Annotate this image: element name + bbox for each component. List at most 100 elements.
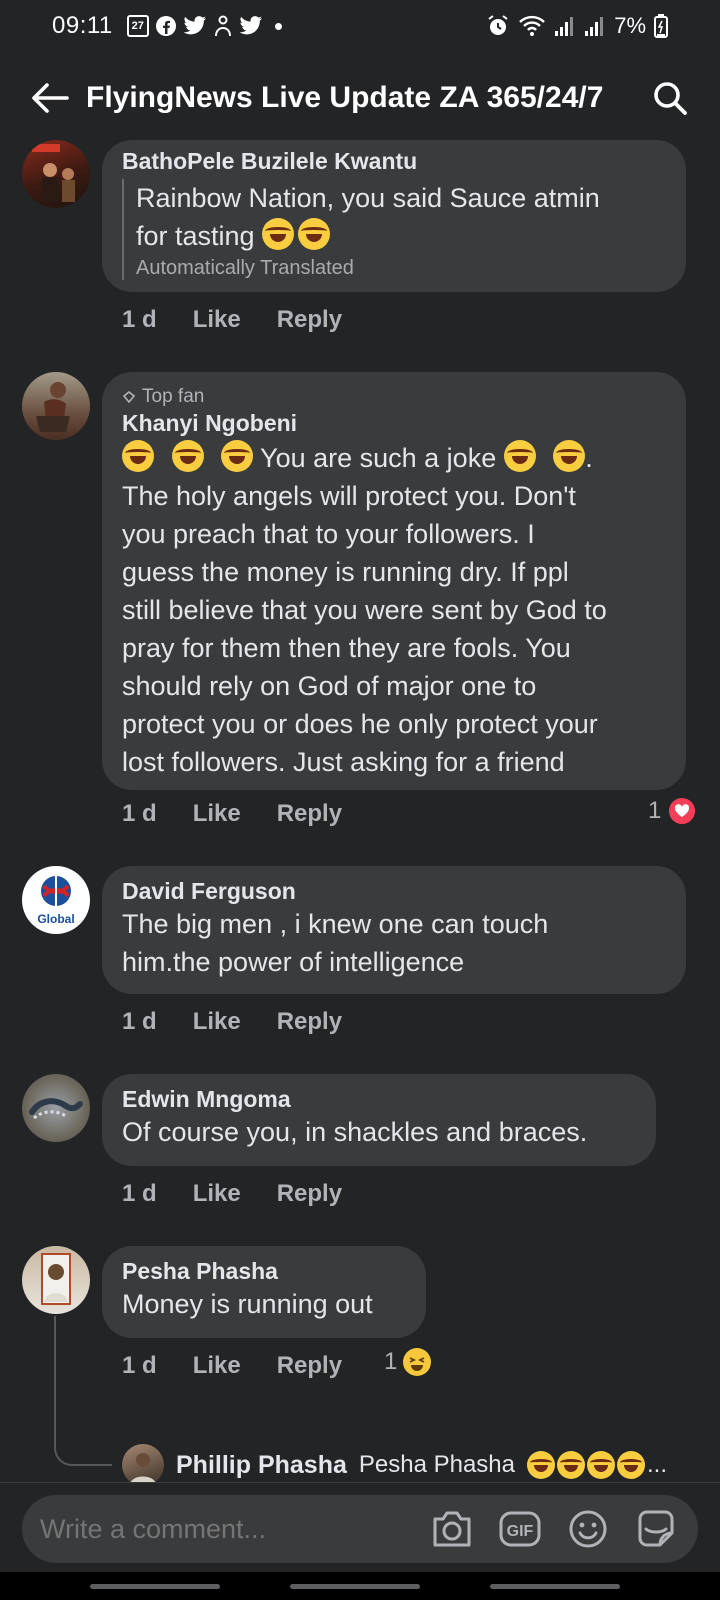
comment-text-line: You are such a joke . bbox=[122, 439, 666, 477]
sticker-icon bbox=[638, 1510, 674, 1547]
comment-bubble[interactable]: Top fan Khanyi Ngobeni You are such a jo… bbox=[102, 372, 686, 790]
laugh-reaction-icon bbox=[403, 1348, 432, 1376]
rofl-emoji-icon bbox=[122, 440, 154, 472]
avatar-image: Global bbox=[37, 876, 75, 926]
rofl-emoji-icon bbox=[617, 1451, 645, 1479]
comment-time: 1 d bbox=[122, 800, 157, 827]
notification-icons: 27 bbox=[126, 15, 282, 37]
comment-actions: 1 d Like Reply bbox=[122, 1352, 342, 1380]
comment-text: . bbox=[585, 443, 593, 473]
rofl-emoji-icon bbox=[587, 1451, 615, 1479]
top-fan-label: Top fan bbox=[142, 386, 205, 407]
gif-icon: GIF bbox=[499, 1511, 541, 1547]
comment-input[interactable] bbox=[40, 1513, 428, 1545]
avatar[interactable] bbox=[22, 1074, 90, 1142]
comment-text: You are such a joke bbox=[260, 443, 497, 473]
comment-bubble[interactable]: Pesha Phasha Money is running out bbox=[102, 1246, 426, 1338]
avatar-image bbox=[41, 1253, 71, 1305]
rofl-emoji-icon bbox=[557, 1451, 585, 1479]
svg-text:GIF: GIF bbox=[507, 1523, 534, 1540]
home-button[interactable] bbox=[290, 1584, 420, 1589]
comment-composer-bar: GIF bbox=[0, 1482, 720, 1572]
composer-actions: GIF bbox=[428, 1505, 680, 1553]
twitter-icon bbox=[183, 16, 206, 35]
dot-icon bbox=[274, 22, 282, 30]
comment-text-line: for tasting bbox=[136, 217, 666, 255]
emoji-button[interactable] bbox=[564, 1505, 612, 1553]
comment-author[interactable]: BathoPele Buzilele Kwantu bbox=[122, 148, 666, 175]
signal-icon bbox=[555, 17, 574, 36]
back-arrow-icon bbox=[32, 83, 69, 113]
comment-text: still believe that you were sent by God … bbox=[122, 595, 607, 625]
avatar[interactable] bbox=[22, 1246, 90, 1314]
like-button[interactable]: Like bbox=[193, 1352, 241, 1380]
comment-list: BathoPele Buzilele Kwantu Rainbow Nation… bbox=[0, 140, 720, 1482]
alarm-icon bbox=[488, 15, 508, 35]
comment-actions: 1 d Like Reply bbox=[122, 1008, 342, 1036]
status-bar: 09:11 27 7% bbox=[0, 0, 720, 52]
comment-author[interactable]: Pesha Phasha bbox=[122, 1258, 406, 1285]
reply-button[interactable]: Reply bbox=[277, 306, 342, 334]
comment-text: for tasting bbox=[136, 221, 255, 251]
avatar-image bbox=[36, 382, 70, 432]
avatar-image bbox=[29, 1098, 83, 1120]
facebook-icon bbox=[155, 16, 176, 36]
like-button[interactable]: Like bbox=[193, 1180, 241, 1208]
recent-apps-button[interactable] bbox=[90, 1584, 220, 1589]
comment-text: should rely on God of major one to bbox=[122, 671, 537, 701]
comment-text: guess the money is running dry. If ppl bbox=[122, 557, 569, 587]
comment-text: Of course you, in shackles and braces. bbox=[122, 1117, 588, 1147]
heart-reaction-icon bbox=[667, 796, 698, 826]
back-nav-button[interactable] bbox=[490, 1584, 620, 1589]
rofl-emoji-icon bbox=[503, 440, 536, 472]
reply-button[interactable]: Reply bbox=[277, 1180, 342, 1208]
page-title: FlyingNews Live Update ZA 365/24/7 bbox=[86, 81, 604, 114]
comment-time: 1 d bbox=[122, 1008, 157, 1035]
comment-author[interactable]: Khanyi Ngobeni bbox=[122, 410, 666, 437]
comment-time: 1 d bbox=[122, 1352, 157, 1379]
search-button[interactable] bbox=[648, 76, 692, 120]
gif-button[interactable]: GIF bbox=[496, 1505, 544, 1553]
avatar[interactable]: Global bbox=[22, 866, 90, 934]
reaction-summary[interactable]: 1 bbox=[384, 1348, 432, 1376]
comment-time: 1 d bbox=[122, 1180, 157, 1207]
avatar[interactable] bbox=[22, 372, 90, 440]
reaction-summary[interactable]: 1 bbox=[648, 796, 698, 826]
rofl-emoji-icon bbox=[171, 440, 204, 472]
comment-actions: 1 d Like Reply bbox=[122, 306, 342, 334]
rofl-emoji-icon bbox=[553, 440, 586, 472]
reply-text: Pesha Phasha bbox=[358, 1451, 515, 1478]
comment-author[interactable]: David Ferguson bbox=[122, 878, 666, 905]
system-icons: 7% bbox=[486, 13, 668, 39]
twitter-icon bbox=[239, 16, 262, 35]
app-bar: FlyingNews Live Update ZA 365/24/7 bbox=[0, 62, 720, 134]
avatar-text: Global bbox=[37, 912, 74, 926]
comment-text: The big men , i knew one can touch bbox=[122, 909, 549, 939]
reply-thread-line bbox=[54, 1316, 56, 1434]
reply-button[interactable]: Reply bbox=[277, 1008, 342, 1036]
comment-composer: GIF bbox=[22, 1495, 698, 1563]
translated-block: Rainbow Nation, you said Sauce atmin for… bbox=[122, 179, 666, 280]
back-button[interactable] bbox=[28, 76, 72, 120]
comment-bubble[interactable]: Edwin Mngoma Of course you, in shackles … bbox=[102, 1074, 656, 1166]
avatar[interactable] bbox=[22, 140, 90, 208]
comment-bubble[interactable]: BathoPele Buzilele Kwantu Rainbow Nation… bbox=[102, 140, 686, 292]
comment-text: pray for them then they are fools. You bbox=[122, 633, 571, 663]
reply-button[interactable]: Reply bbox=[277, 1352, 342, 1380]
comment-bubble[interactable]: David Ferguson The big men , i knew one … bbox=[102, 866, 686, 994]
like-button[interactable]: Like bbox=[193, 800, 241, 828]
reply-author[interactable]: Phillip Phasha bbox=[176, 1451, 347, 1480]
avatar[interactable] bbox=[122, 1444, 164, 1482]
like-button[interactable]: Like bbox=[193, 1008, 241, 1036]
sticker-button[interactable] bbox=[632, 1505, 680, 1553]
reaction-count: 1 bbox=[384, 1348, 398, 1375]
reply-preview[interactable]: Phillip Phasha Pesha Phasha ... bbox=[122, 1444, 667, 1482]
reply-connector bbox=[54, 1434, 112, 1466]
camera-button[interactable] bbox=[428, 1505, 476, 1553]
reply-ellipsis: ... bbox=[647, 1451, 668, 1478]
reply-button[interactable]: Reply bbox=[277, 800, 342, 828]
rofl-emoji-icon bbox=[221, 440, 254, 472]
app-icon bbox=[214, 15, 231, 37]
like-button[interactable]: Like bbox=[193, 306, 241, 334]
comment-author[interactable]: Edwin Mngoma bbox=[122, 1086, 636, 1113]
